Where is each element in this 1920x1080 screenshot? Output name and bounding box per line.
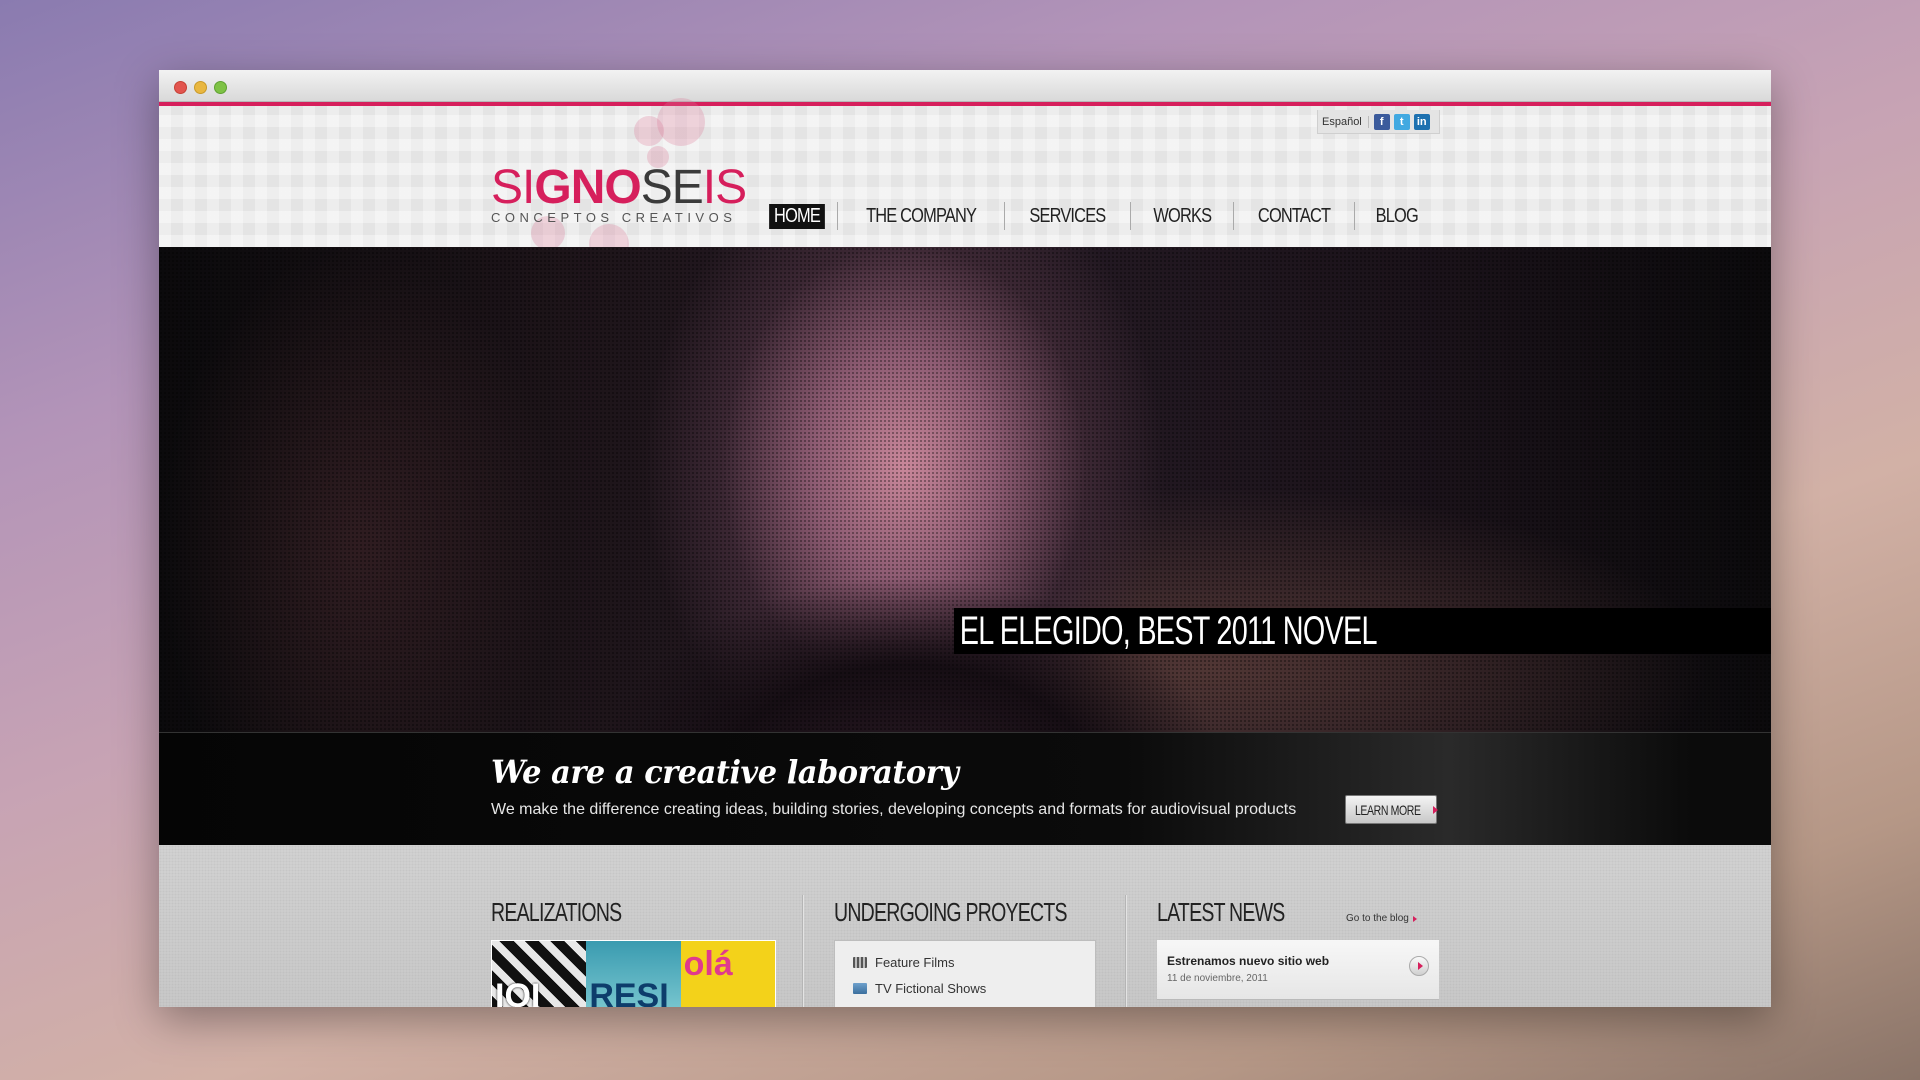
film-icon — [853, 957, 867, 968]
browser-window: SIGNOSEIS CONCEPTOS CREATIVOS Español f … — [159, 70, 1771, 1007]
play-icon — [1417, 962, 1423, 970]
close-window-button[interactable] — [174, 81, 187, 94]
tagline-text: We make the difference creating ideas, b… — [491, 801, 1297, 818]
hero-caption-text: EL ELEGIDO, BEST 2011 NOVEL — [959, 608, 1378, 653]
nav-works[interactable]: WORKS — [1145, 205, 1219, 228]
project-label: Feature Films — [875, 955, 955, 970]
nav-home[interactable]: HOME — [768, 203, 825, 229]
language-link[interactable]: Español — [1322, 116, 1362, 128]
news-item-title: Estrenamos nuevo sitio web — [1167, 954, 1330, 968]
tagline-title: We are a creative laboratory — [491, 753, 959, 791]
logo-part-3: SE — [640, 161, 704, 214]
arrow-right-icon — [1412, 915, 1417, 922]
news-play-button[interactable] — [1409, 956, 1429, 976]
hero-slider[interactable]: EL ELEGIDO, BEST 2011 NOVEL — [159, 247, 1771, 732]
nav-blog[interactable]: BLOG — [1368, 205, 1427, 228]
realizations-title: REALIZATIONS — [491, 897, 622, 927]
maximize-window-button[interactable] — [214, 81, 227, 94]
nav-services[interactable]: SERVICES — [1021, 205, 1113, 228]
divider — [1367, 115, 1369, 128]
facebook-icon[interactable]: f — [1373, 113, 1390, 130]
realization-thumb[interactable]: IOI — [492, 941, 587, 1007]
minimize-window-button[interactable] — [194, 81, 207, 94]
language-social-bar: Español f t in — [1317, 110, 1440, 134]
news-title: LATEST NEWS — [1157, 897, 1285, 927]
browser-titlebar — [159, 70, 1771, 102]
column-divider — [802, 895, 803, 1007]
content-area: REALIZATIONS IOI RESI olá UNDERGOING PRO… — [159, 845, 1771, 1007]
main-nav: HOME THE COMPANY SERVICES WORKS CONTACT … — [757, 202, 1439, 230]
logo-part-1: SI — [491, 161, 535, 214]
twitter-icon[interactable]: t — [1393, 113, 1410, 130]
site-header: SIGNOSEIS CONCEPTOS CREATIVOS Español f … — [159, 98, 1771, 264]
learn-more-button[interactable]: LEARN MORE — [1345, 795, 1438, 824]
project-label: TV Fictional Shows — [875, 981, 987, 996]
tagline-banner: We are a creative laboratory We make the… — [159, 732, 1771, 845]
decor-bubble — [634, 116, 664, 146]
logo-part-4: IS — [702, 161, 747, 214]
tv-icon — [853, 983, 867, 994]
nav-the-company[interactable]: THE COMPANY — [858, 205, 984, 228]
projects-title: UNDERGOING PROYECTS — [834, 897, 1068, 927]
learn-more-label: LEARN MORE — [1355, 801, 1421, 818]
hero-caption[interactable]: EL ELEGIDO, BEST 2011 NOVEL — [954, 608, 1771, 654]
logo-subtitle: CONCEPTOS CREATIVOS — [491, 210, 737, 225]
linkedin-icon[interactable]: in — [1413, 113, 1430, 130]
logo-part-2: GNO — [534, 161, 641, 214]
news-item[interactable]: Estrenamos nuevo sitio web 11 de noviemb… — [1157, 940, 1439, 1000]
project-item-feature-films[interactable]: Feature Films — [853, 955, 954, 970]
decor-bubble — [657, 98, 705, 146]
site-logo[interactable]: SIGNOSEIS CONCEPTOS CREATIVOS — [491, 161, 747, 226]
go-to-blog-label: Go to the blog — [1346, 913, 1409, 924]
projects-list: Feature Films TV Fictional Shows — [834, 940, 1096, 1007]
news-item-date: 11 de noviembre, 2011 — [1167, 973, 1268, 984]
go-to-blog-link[interactable]: Go to the blog — [1346, 913, 1417, 924]
arrow-right-icon — [1432, 805, 1438, 814]
realizations-thumbnails: IOI RESI olá — [491, 940, 776, 1007]
realization-thumb[interactable]: RESI — [586, 941, 681, 1007]
column-divider — [1125, 895, 1126, 1007]
realization-thumb[interactable]: olá — [680, 941, 775, 1007]
project-item-tv-shows[interactable]: TV Fictional Shows — [853, 981, 986, 996]
nav-contact[interactable]: CONTACT — [1250, 205, 1339, 228]
